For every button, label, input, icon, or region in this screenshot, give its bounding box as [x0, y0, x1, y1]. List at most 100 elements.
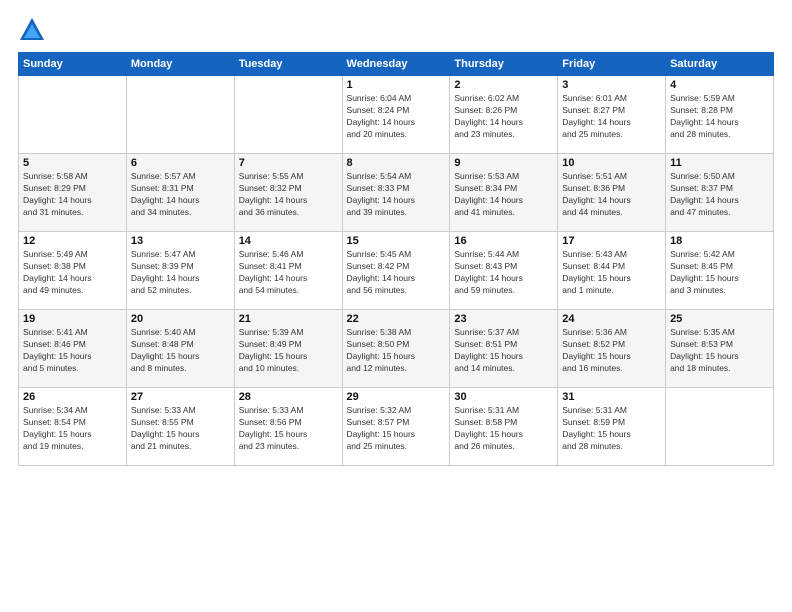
calendar-cell: 21 Sunrise: 5:39 AM Sunset: 8:49 PM Dayli… [234, 310, 342, 388]
calendar-cell: 10 Sunrise: 5:51 AM Sunset: 8:36 PM Dayli… [558, 154, 666, 232]
day-number: 28 [239, 391, 338, 403]
day-number: 6 [131, 157, 230, 169]
logo-icon [18, 16, 46, 44]
day-number: 17 [562, 235, 661, 247]
header [18, 16, 774, 44]
day-info: Sunrise: 5:31 AM Sunset: 8:59 PM Dayligh… [562, 405, 661, 453]
calendar-cell: 5Sunrise: 5:58 AM Sunset: 8:29 PM Daylig… [19, 154, 127, 232]
day-number: 11 [670, 157, 769, 169]
day-info: Sunrise: 5:47 AM Sunset: 8:39 PM Dayligh… [131, 249, 230, 297]
day-number: 1 [347, 79, 446, 91]
day-number: 4 [670, 79, 769, 91]
calendar-cell: 16Sunrise: 5:44 AM Sunset: 8:43 PM Dayli… [450, 232, 558, 310]
day-number: 14 [239, 235, 338, 247]
day-number: 25 [670, 313, 769, 325]
calendar-cell: 25 Sunrise: 5:35 AM Sunset: 8:53 PM Dayli… [666, 310, 774, 388]
calendar-cell: 23 Sunrise: 5:37 AM Sunset: 8:51 PM Dayli… [450, 310, 558, 388]
calendar-week-row: 5Sunrise: 5:58 AM Sunset: 8:29 PM Daylig… [19, 154, 774, 232]
calendar-cell [19, 76, 127, 154]
day-info: Sunrise: 5:37 AM Sunset: 8:51 PM Dayligh… [454, 327, 553, 375]
day-info: Sunrise: 5:59 AM Sunset: 8:28 PM Dayligh… [670, 93, 769, 141]
day-number: 2 [454, 79, 553, 91]
calendar-cell: 29 Sunrise: 5:32 AM Sunset: 8:57 PM Dayli… [342, 388, 450, 466]
calendar-table: SundayMondayTuesdayWednesdayThursdayFrid… [18, 52, 774, 466]
day-info: Sunrise: 5:41 AM Sunset: 8:46 PM Dayligh… [23, 327, 122, 375]
day-number: 13 [131, 235, 230, 247]
day-info: Sunrise: 5:55 AM Sunset: 8:32 PM Dayligh… [239, 171, 338, 219]
day-number: 22 [347, 313, 446, 325]
calendar-cell: 13 Sunrise: 5:47 AM Sunset: 8:39 PM Dayli… [126, 232, 234, 310]
calendar-cell: 24Sunrise: 5:36 AM Sunset: 8:52 PM Dayli… [558, 310, 666, 388]
day-info: Sunrise: 5:42 AM Sunset: 8:45 PM Dayligh… [670, 249, 769, 297]
day-info: Sunrise: 5:40 AM Sunset: 8:48 PM Dayligh… [131, 327, 230, 375]
day-number: 30 [454, 391, 553, 403]
day-info: Sunrise: 5:33 AM Sunset: 8:55 PM Dayligh… [131, 405, 230, 453]
day-info: Sunrise: 6:02 AM Sunset: 8:26 PM Dayligh… [454, 93, 553, 141]
day-number: 18 [670, 235, 769, 247]
col-header-saturday: Saturday [666, 53, 774, 76]
calendar-cell: 26Sunrise: 5:34 AM Sunset: 8:54 PM Dayli… [19, 388, 127, 466]
day-number: 27 [131, 391, 230, 403]
day-info: Sunrise: 5:57 AM Sunset: 8:31 PM Dayligh… [131, 171, 230, 219]
day-number: 8 [347, 157, 446, 169]
calendar-cell: 1 Sunrise: 6:04 AM Sunset: 8:24 PM Daylig… [342, 76, 450, 154]
calendar-cell: 4 Sunrise: 5:59 AM Sunset: 8:28 PM Daylig… [666, 76, 774, 154]
page-container: SundayMondayTuesdayWednesdayThursdayFrid… [0, 0, 792, 476]
day-number: 31 [562, 391, 661, 403]
day-info: Sunrise: 5:36 AM Sunset: 8:52 PM Dayligh… [562, 327, 661, 375]
calendar-cell: 19 Sunrise: 5:41 AM Sunset: 8:46 PM Dayli… [19, 310, 127, 388]
day-number: 19 [23, 313, 122, 325]
day-info: Sunrise: 5:49 AM Sunset: 8:38 PM Dayligh… [23, 249, 122, 297]
calendar-cell [234, 76, 342, 154]
day-info: Sunrise: 6:04 AM Sunset: 8:24 PM Dayligh… [347, 93, 446, 141]
day-number: 16 [454, 235, 553, 247]
calendar-cell: 11 Sunrise: 5:50 AM Sunset: 8:37 PM Dayli… [666, 154, 774, 232]
day-number: 29 [347, 391, 446, 403]
calendar-cell: 28Sunrise: 5:33 AM Sunset: 8:56 PM Dayli… [234, 388, 342, 466]
day-info: Sunrise: 5:46 AM Sunset: 8:41 PM Dayligh… [239, 249, 338, 297]
day-number: 7 [239, 157, 338, 169]
calendar-cell: 7 Sunrise: 5:55 AM Sunset: 8:32 PM Daylig… [234, 154, 342, 232]
logo [18, 16, 50, 44]
calendar-cell: 31 Sunrise: 5:31 AM Sunset: 8:59 PM Dayli… [558, 388, 666, 466]
col-header-friday: Friday [558, 53, 666, 76]
calendar-cell: 17 Sunrise: 5:43 AM Sunset: 8:44 PM Dayli… [558, 232, 666, 310]
day-info: Sunrise: 5:35 AM Sunset: 8:53 PM Dayligh… [670, 327, 769, 375]
calendar-cell: 3 Sunrise: 6:01 AM Sunset: 8:27 PM Daylig… [558, 76, 666, 154]
day-info: Sunrise: 5:38 AM Sunset: 8:50 PM Dayligh… [347, 327, 446, 375]
day-number: 12 [23, 235, 122, 247]
calendar-header-row: SundayMondayTuesdayWednesdayThursdayFrid… [19, 53, 774, 76]
calendar-cell: 18 Sunrise: 5:42 AM Sunset: 8:45 PM Dayli… [666, 232, 774, 310]
calendar-cell: 6 Sunrise: 5:57 AM Sunset: 8:31 PM Daylig… [126, 154, 234, 232]
day-info: Sunrise: 5:34 AM Sunset: 8:54 PM Dayligh… [23, 405, 122, 453]
calendar-cell [126, 76, 234, 154]
day-info: Sunrise: 5:51 AM Sunset: 8:36 PM Dayligh… [562, 171, 661, 219]
calendar-cell: 22 Sunrise: 5:38 AM Sunset: 8:50 PM Dayli… [342, 310, 450, 388]
calendar-cell: 27 Sunrise: 5:33 AM Sunset: 8:55 PM Dayli… [126, 388, 234, 466]
day-info: Sunrise: 5:50 AM Sunset: 8:37 PM Dayligh… [670, 171, 769, 219]
day-info: Sunrise: 5:31 AM Sunset: 8:58 PM Dayligh… [454, 405, 553, 453]
day-info: Sunrise: 5:39 AM Sunset: 8:49 PM Dayligh… [239, 327, 338, 375]
calendar-week-row: 26Sunrise: 5:34 AM Sunset: 8:54 PM Dayli… [19, 388, 774, 466]
day-number: 23 [454, 313, 553, 325]
day-number: 15 [347, 235, 446, 247]
col-header-sunday: Sunday [19, 53, 127, 76]
calendar-week-row: 12 Sunrise: 5:49 AM Sunset: 8:38 PM Dayli… [19, 232, 774, 310]
day-info: Sunrise: 5:32 AM Sunset: 8:57 PM Dayligh… [347, 405, 446, 453]
day-number: 3 [562, 79, 661, 91]
calendar-cell: 20 Sunrise: 5:40 AM Sunset: 8:48 PM Dayli… [126, 310, 234, 388]
calendar-cell: 30 Sunrise: 5:31 AM Sunset: 8:58 PM Dayli… [450, 388, 558, 466]
day-info: Sunrise: 5:54 AM Sunset: 8:33 PM Dayligh… [347, 171, 446, 219]
day-info: Sunrise: 6:01 AM Sunset: 8:27 PM Dayligh… [562, 93, 661, 141]
col-header-wednesday: Wednesday [342, 53, 450, 76]
day-number: 10 [562, 157, 661, 169]
col-header-monday: Monday [126, 53, 234, 76]
calendar-week-row: 1 Sunrise: 6:04 AM Sunset: 8:24 PM Daylig… [19, 76, 774, 154]
day-number: 20 [131, 313, 230, 325]
day-info: Sunrise: 5:43 AM Sunset: 8:44 PM Dayligh… [562, 249, 661, 297]
day-number: 21 [239, 313, 338, 325]
calendar-cell: 8 Sunrise: 5:54 AM Sunset: 8:33 PM Daylig… [342, 154, 450, 232]
calendar-cell: 14 Sunrise: 5:46 AM Sunset: 8:41 PM Dayli… [234, 232, 342, 310]
day-info: Sunrise: 5:58 AM Sunset: 8:29 PM Dayligh… [23, 171, 122, 219]
day-number: 9 [454, 157, 553, 169]
